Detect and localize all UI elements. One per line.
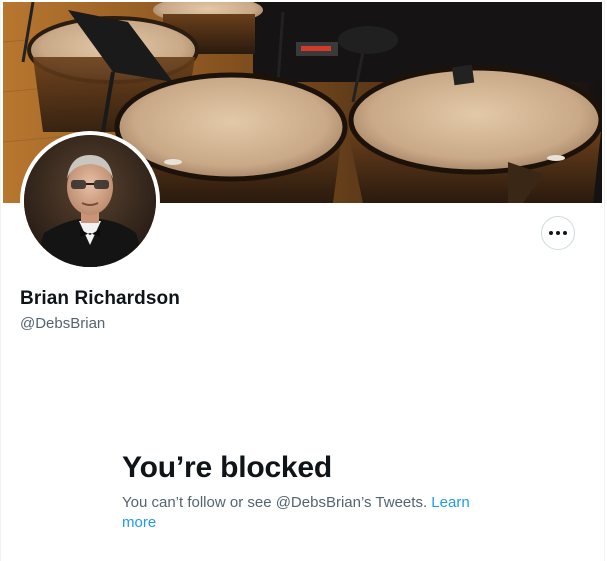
blocked-notice: You’re blocked You can’t follow or see @… (122, 449, 502, 533)
more-horizontal-icon (549, 231, 567, 235)
profile-handle: @DebsBrian (20, 315, 106, 332)
blocked-title: You’re blocked (122, 451, 333, 484)
blocked-message: You can’t follow or see @DebsBrian’s Twe… (122, 493, 482, 533)
profile-avatar[interactable] (20, 131, 160, 271)
profile-display-name: Brian Richardson (20, 288, 180, 309)
blocked-message-text: You can’t follow or see @DebsBrian’s Twe… (122, 494, 428, 511)
profile-column: Brian Richardson @DebsBrian You’re block… (0, 0, 605, 561)
more-options-button[interactable] (541, 216, 575, 250)
avatar-photo (24, 135, 156, 267)
